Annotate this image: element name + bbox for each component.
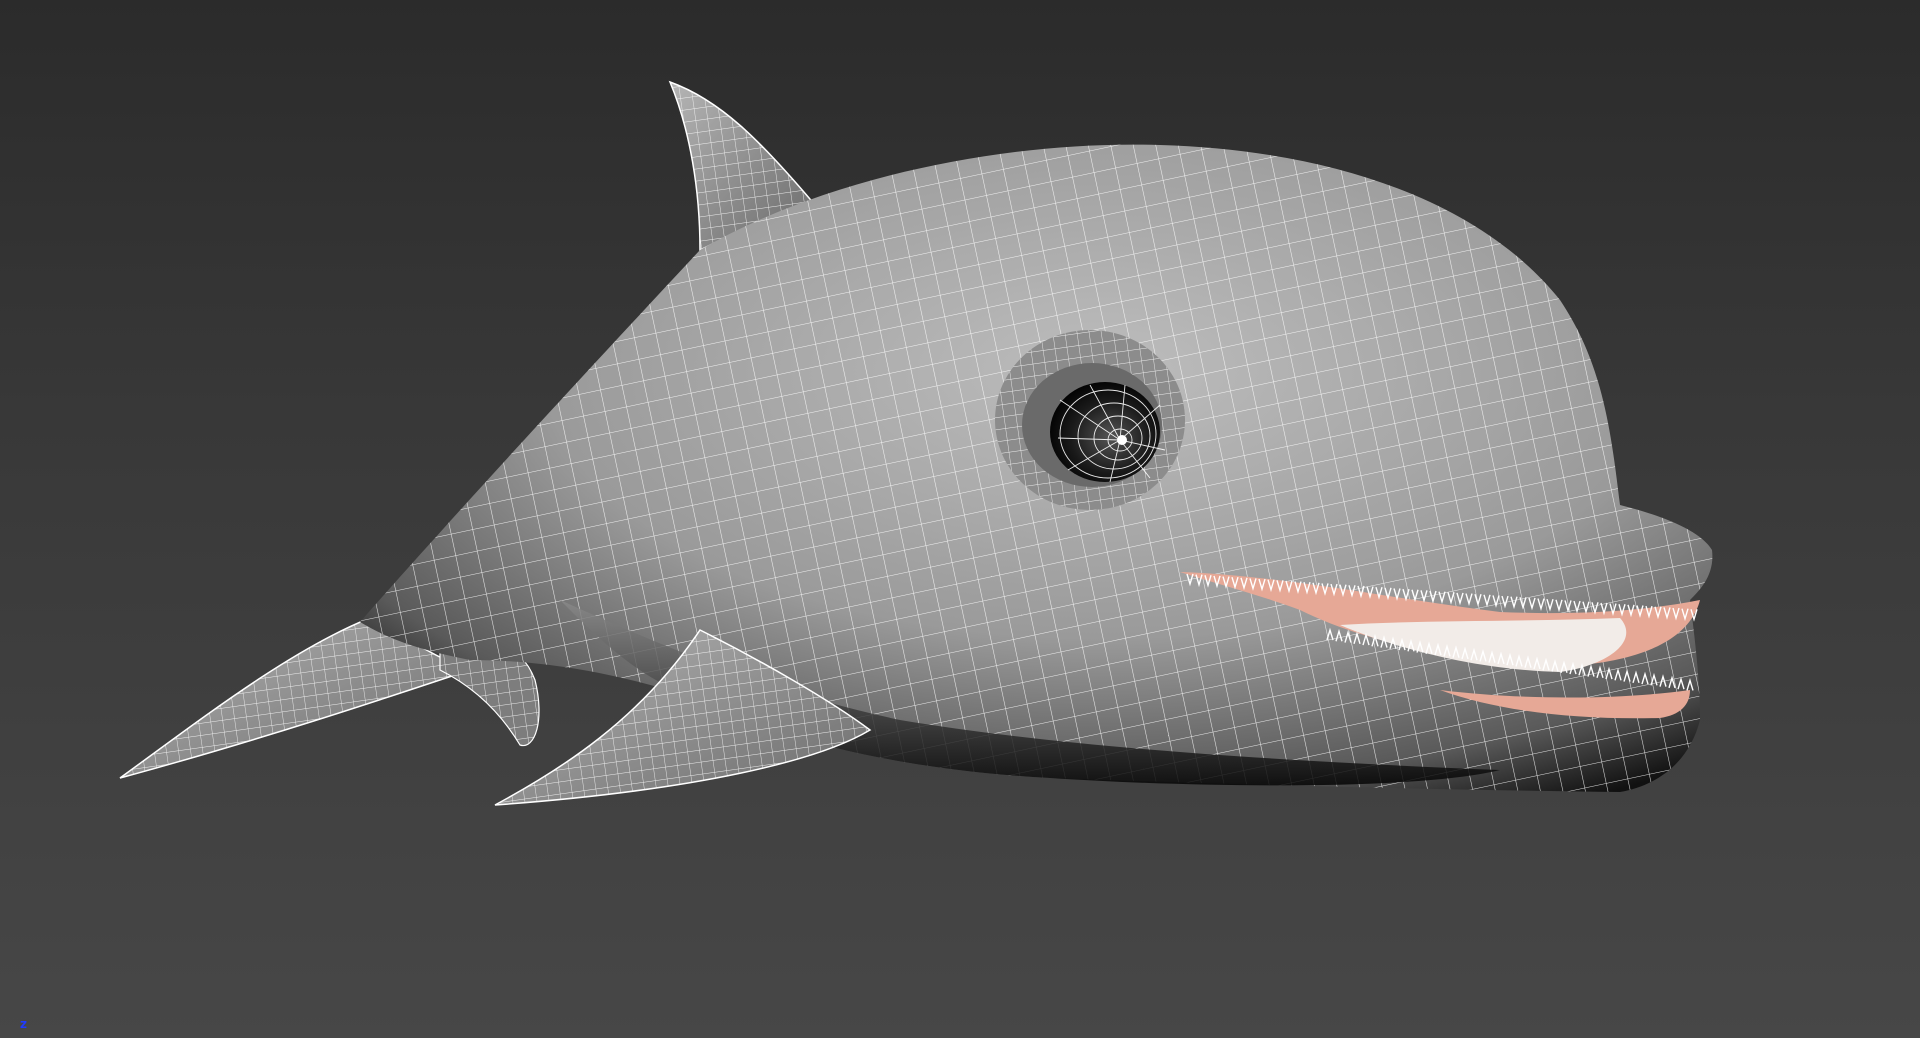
dolphin-mesh[interactable] [0,0,1920,1038]
axis-gizmo-icon: z [20,1017,27,1031]
3d-viewport[interactable]: z [0,0,1920,1038]
eye[interactable] [995,330,1185,510]
